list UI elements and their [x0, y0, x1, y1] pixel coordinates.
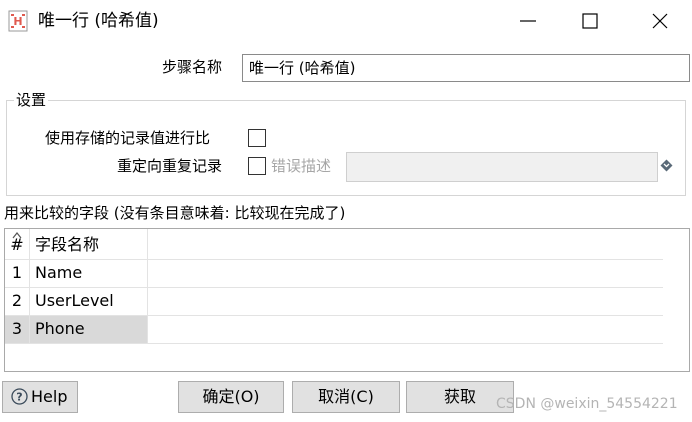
fields-table[interactable]: # 字段名称 1 Name 2 UserLevel 3 Phone [4, 228, 690, 372]
row-number[interactable]: 2 [5, 287, 29, 315]
row-number[interactable]: 3 [5, 315, 29, 343]
compare-fields-caption: 用来比较的字段 (没有条目意味着: 比较现在完成了) [4, 204, 346, 222]
minimize-icon[interactable] [508, 6, 548, 36]
column-header-field-name[interactable]: 字段名称 [29, 231, 147, 259]
column-separator [147, 229, 148, 343]
error-description-label: 错误描述 [271, 157, 332, 175]
window-title: 唯一行 (哈希值) [38, 11, 159, 31]
step-name-label: 步骤名称 [162, 58, 223, 76]
help-button[interactable]: ? Help [2, 381, 78, 413]
close-icon[interactable] [640, 6, 680, 36]
maximize-icon[interactable] [570, 6, 610, 36]
redirect-duplicates-checkbox[interactable] [248, 157, 266, 175]
help-button-label: Help [31, 387, 68, 406]
field-name-cell[interactable]: Phone [29, 315, 147, 343]
field-name-cell[interactable]: Name [29, 259, 147, 287]
title-bar: H 唯一行 (哈希值) [0, 0, 692, 42]
svg-text:?: ? [16, 390, 22, 403]
row-number[interactable]: 1 [5, 259, 29, 287]
help-icon: ? [11, 387, 28, 405]
field-name-cell[interactable]: UserLevel [29, 287, 147, 315]
watermark: CSDN @weixin_54554221 [496, 396, 678, 412]
error-description-input[interactable] [346, 152, 658, 182]
redirect-duplicates-label: 重定向重复记录 [117, 157, 223, 175]
unique-rows-app-icon: H [8, 10, 28, 32]
row-separator [5, 343, 663, 344]
use-stored-values-checkbox[interactable] [248, 129, 266, 147]
svg-text:H: H [13, 15, 22, 28]
ok-button[interactable]: 确定(O) [178, 381, 284, 413]
settings-legend: 设置 [14, 90, 49, 110]
use-stored-values-label: 使用存储的记录值进行比 [45, 129, 211, 147]
step-name-input[interactable]: 唯一行 (哈希值) [242, 54, 690, 82]
column-header-number[interactable]: # [5, 231, 29, 259]
variable-diamond-icon[interactable] [660, 159, 673, 172]
cancel-button[interactable]: 取消(C) [292, 381, 400, 413]
